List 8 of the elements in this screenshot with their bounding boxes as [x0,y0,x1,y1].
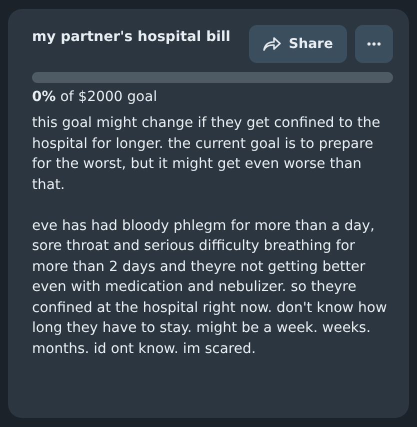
more-icon [367,42,381,46]
progress-caption: 0% of $2000 goal [32,89,158,105]
goal-title: my partner's hospital bill [32,29,230,45]
more-button[interactable] [355,25,393,63]
description-paragraph: this goal might change if they get confined to the hospital for longer. the current goal is to prepare for the worst, but it might get even worse than that. [32,114,382,194]
share-icon [262,37,281,51]
description-paragraph: eve has had bloody phlegm for more than a day, sore throat and serious difficulty breathing for more than 2 days and theyre not getting better even with medication and nebulizer. so theyre confined at the hospital right now. don't know how long they have to stay. might be a week. weeks. months. id ont know. im scared. [32,216,388,358]
share-button[interactable]: Share [248,25,347,63]
